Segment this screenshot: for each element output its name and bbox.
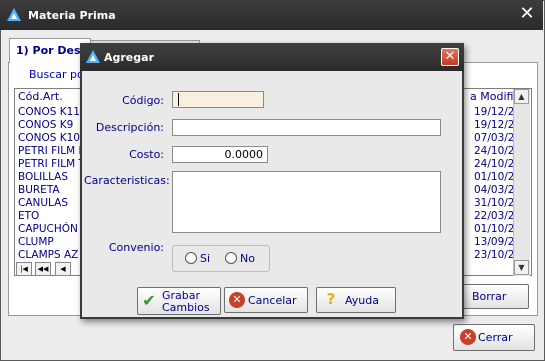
grabar-cambios-button[interactable]: ✔ Grabar Cambios	[137, 287, 221, 315]
codigo-label: Código:	[122, 94, 164, 107]
cancel-icon: ✕	[229, 292, 245, 308]
table-cell-code[interactable]: CONOS K9	[18, 119, 73, 131]
radio-si-label[interactable]: Si	[200, 252, 210, 265]
prev-page-icon[interactable]: ◀◀	[35, 262, 51, 276]
table-cell-date[interactable]: 22/03/2	[474, 210, 514, 222]
table-cell-code[interactable]: CAPUCHÓN	[18, 223, 78, 235]
borrar-label: Borrar	[472, 290, 507, 303]
table-cell-date[interactable]: 31/10/2	[474, 197, 514, 209]
table-cell-code[interactable]: BURETA	[18, 184, 60, 196]
help-icon: ?	[326, 290, 336, 308]
column-header-code[interactable]: Cód.Art.	[18, 90, 63, 103]
cerrar-label: Cerrar	[478, 331, 513, 344]
grabar-label-line2: Cambios	[162, 301, 210, 314]
codigo-input[interactable]	[172, 91, 264, 108]
prev-record-icon[interactable]: ◀	[55, 262, 71, 276]
table-cell-code[interactable]: CONOS K10	[18, 132, 80, 144]
table-cell-date[interactable]: 24/10/2	[474, 145, 514, 157]
radio-si[interactable]	[185, 252, 197, 264]
table-cell-date[interactable]: 24/10/2	[474, 158, 514, 170]
costo-input[interactable]: 0.0000	[172, 146, 268, 163]
costo-label: Costo:	[129, 148, 164, 161]
text-cursor	[178, 93, 179, 106]
table-cell-code[interactable]: CLUMP	[18, 236, 54, 248]
radio-no[interactable]	[225, 252, 237, 264]
tab-por-descripcion[interactable]: 1) Por Desc	[9, 38, 91, 63]
app-logo-icon	[86, 50, 100, 63]
table-cell-date[interactable]: 23/10/2	[474, 249, 514, 261]
descripcion-label: Descripción:	[95, 121, 164, 134]
cancelar-button[interactable]: ✕ Cancelar	[224, 287, 308, 313]
table-cell-date[interactable]: 01/10/2	[474, 223, 514, 235]
table-cell-code[interactable]: BOLILLAS	[18, 171, 68, 183]
table-cell-date[interactable]: 13/09/2	[474, 236, 514, 248]
table-cell-code[interactable]: CLAMPS AZ	[18, 249, 78, 261]
descripcion-input[interactable]	[172, 119, 441, 136]
table-cell-code[interactable]: CONOS K11	[18, 106, 80, 118]
caracteristicas-label: Caracteristicas:	[84, 174, 170, 187]
scroll-down-icon[interactable]: ▼	[514, 260, 529, 275]
table-cell-code[interactable]: PETRI FILM I	[18, 145, 82, 157]
table-cell-date[interactable]: 19/12/2	[474, 119, 514, 131]
ayuda-label: Ayuda	[345, 294, 379, 307]
scroll-up-icon[interactable]: ▲	[514, 89, 529, 104]
main-title: Materia Prima	[28, 9, 116, 22]
app-logo-icon	[7, 8, 21, 21]
table-cell-date[interactable]: 04/03/2	[474, 184, 514, 196]
main-title-bar[interactable]: Materia Prima	[0, 0, 543, 30]
cerrar-button[interactable]: ✕ Cerrar	[453, 324, 535, 351]
first-record-icon[interactable]: |◀	[16, 262, 32, 276]
dialog-close-icon[interactable]: ✕	[441, 48, 459, 66]
radio-no-label[interactable]: No	[240, 252, 255, 265]
main-close-icon[interactable]: ✕	[518, 5, 536, 24]
check-icon: ✔	[142, 291, 156, 310]
ayuda-button[interactable]: ? Ayuda	[316, 287, 396, 313]
borrar-button[interactable]: Borrar	[462, 284, 529, 309]
table-cell-date[interactable]: 07/03/2	[474, 132, 514, 144]
convenio-label: Convenio:	[108, 241, 164, 254]
vertical-scrollbar[interactable]: ▲ ▼	[513, 89, 530, 276]
close-circle-icon: ✕	[460, 329, 476, 345]
table-cell-date[interactable]: 01/10/2	[474, 171, 514, 183]
table-cell-code[interactable]: CANULAS	[18, 197, 68, 209]
table-cell-code[interactable]: ETO	[18, 210, 39, 222]
table-cell-date[interactable]: 19/12/2	[474, 106, 514, 118]
caracteristicas-textarea[interactable]	[172, 171, 441, 233]
cancelar-label: Cancelar	[248, 294, 297, 307]
dialog-title: Agregar	[104, 51, 154, 64]
dialog-title-bar[interactable]: Agregar	[80, 43, 464, 71]
table-cell-code[interactable]: PETRI FILM T	[18, 158, 85, 170]
